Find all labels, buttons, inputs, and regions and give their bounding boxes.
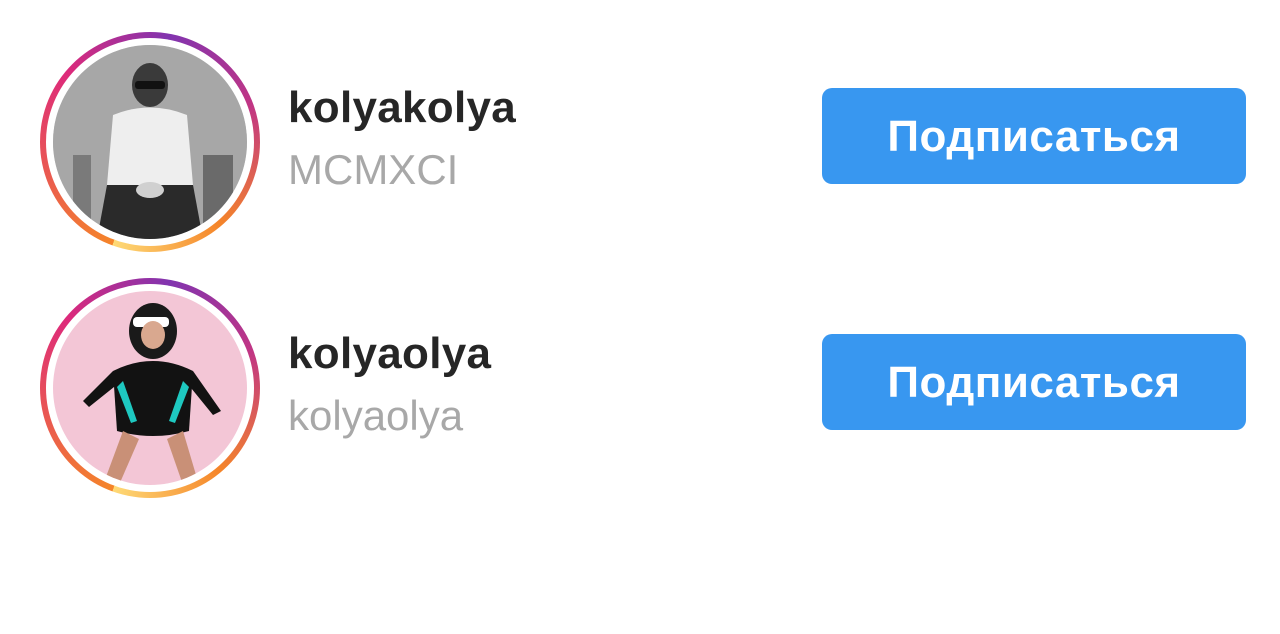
- profile-photo-man-sunglasses-icon: [53, 45, 247, 239]
- follow-button[interactable]: Подписаться: [822, 334, 1246, 430]
- avatar[interactable]: [53, 291, 247, 485]
- account-row[interactable]: kolyaolya kolyaolya Подписаться: [0, 278, 1280, 498]
- suggested-accounts-list: kolyakolya MCMXCI Подписаться kolyaolya …: [0, 0, 1280, 634]
- story-ring[interactable]: [40, 278, 260, 498]
- story-ring[interactable]: [40, 32, 260, 252]
- full-name: kolyaolya: [288, 392, 464, 439]
- follow-button[interactable]: Подписаться: [822, 88, 1246, 184]
- account-row[interactable]: kolyakolya MCMXCI Подписаться: [0, 32, 1280, 252]
- account-texts: kolyakolya MCMXCI: [288, 82, 516, 200]
- username[interactable]: kolyakolya: [288, 82, 516, 134]
- account-texts: kolyaolya kolyaolya: [288, 328, 491, 446]
- avatar[interactable]: [53, 45, 247, 239]
- username[interactable]: kolyaolya: [288, 328, 491, 380]
- full-name: MCMXCI: [288, 146, 459, 193]
- profile-photo-woman-swimsuit-icon: [53, 291, 247, 485]
